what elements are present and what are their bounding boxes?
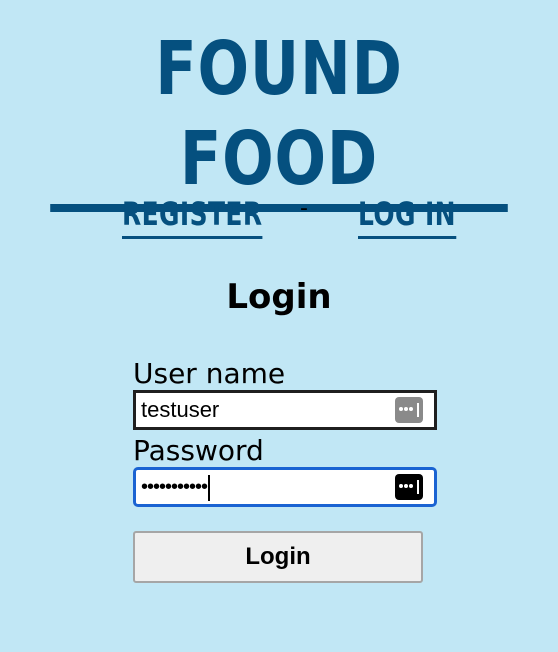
nav-bar: REGISTER - LOG IN	[0, 192, 558, 239]
register-link[interactable]: REGISTER	[122, 192, 263, 239]
site-title-heading: FOUND FOOD	[0, 24, 558, 212]
username-label: User name	[133, 357, 286, 390]
text-caret	[208, 474, 211, 501]
login-form-heading: Login	[226, 277, 332, 317]
password-label: Password	[133, 434, 264, 467]
nav-separator: -	[300, 196, 308, 221]
login-submit-button[interactable]: Login	[133, 531, 423, 583]
password-field[interactable]: •••••••••••	[133, 467, 437, 507]
username-value: testuser	[141, 397, 220, 422]
password-masked-value: •••••••••••	[141, 470, 211, 504]
site-title-link[interactable]: FOUND FOOD	[50, 24, 508, 212]
username-field[interactable]: testuser	[133, 390, 437, 430]
login-link[interactable]: LOG IN	[358, 192, 456, 239]
password-manager-icon[interactable]	[395, 474, 423, 500]
password-manager-icon[interactable]	[395, 397, 423, 423]
